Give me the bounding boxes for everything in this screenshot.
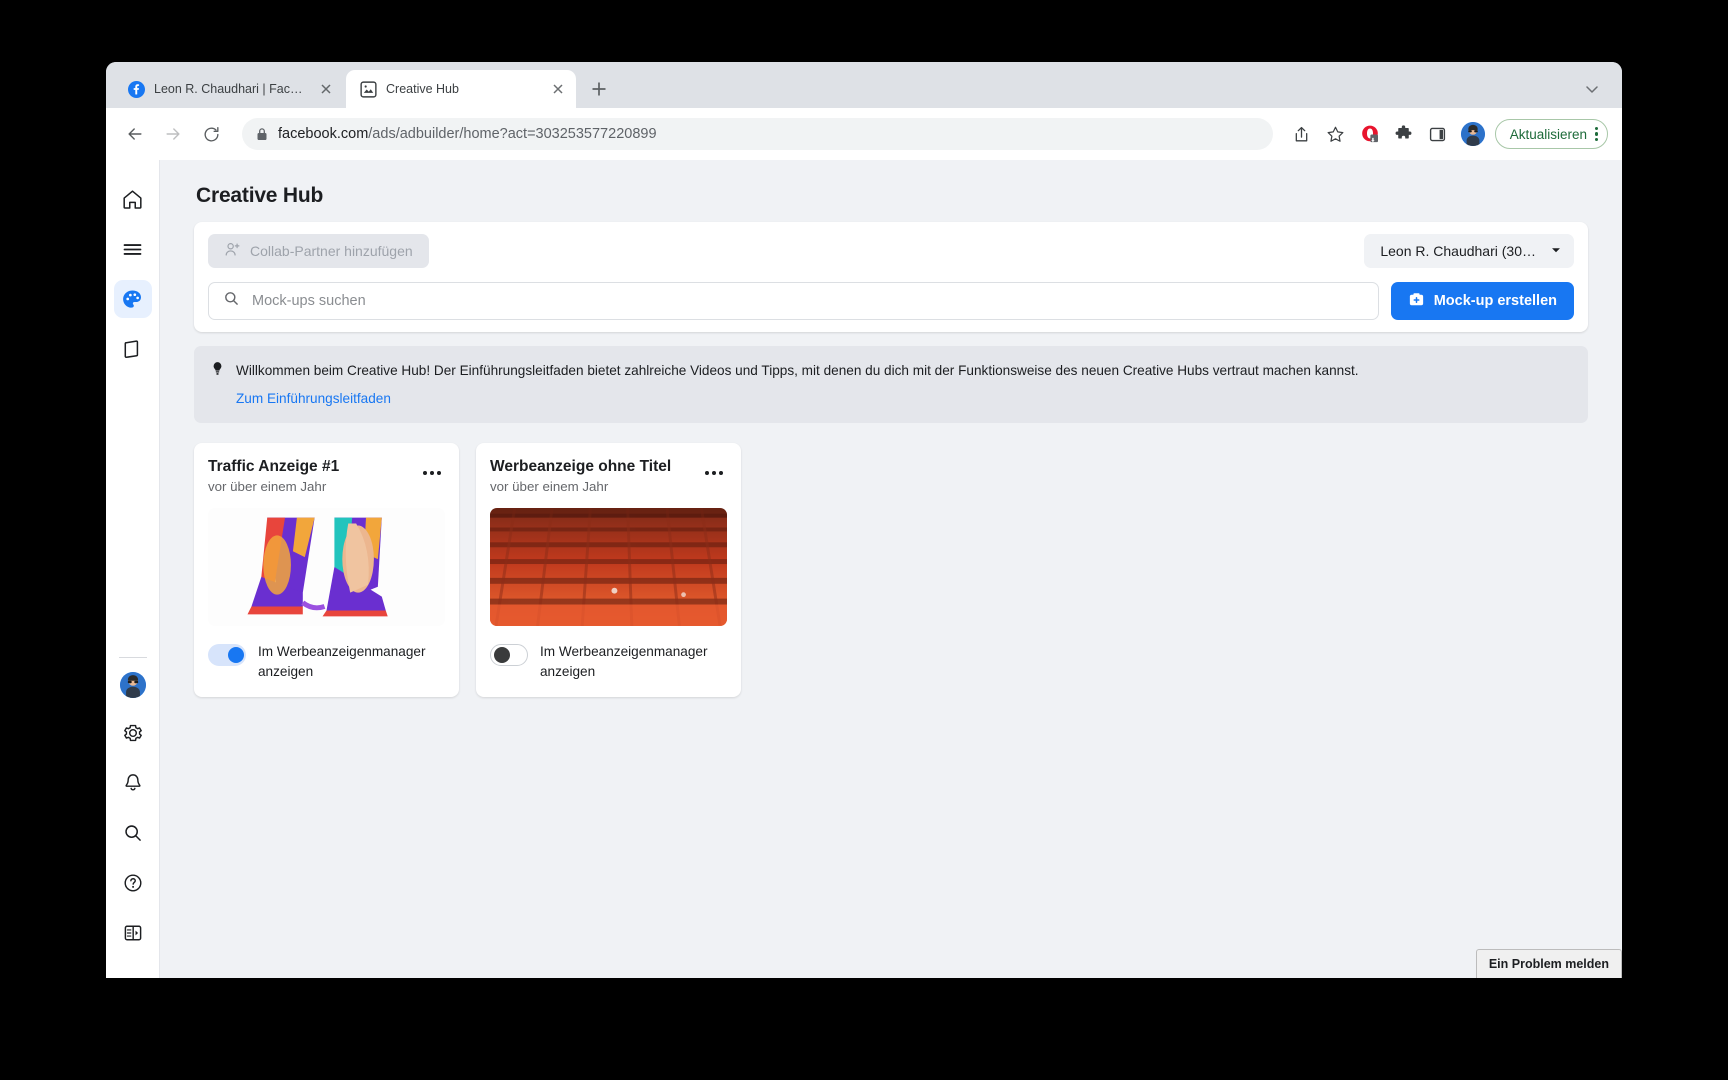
panel-toggle-icon[interactable] xyxy=(114,914,152,952)
search-icon[interactable] xyxy=(114,814,152,852)
browser-window: Leon R. Chaudhari | Facebook Creative Hu… xyxy=(106,62,1622,978)
card-subtitle: vor über einem Jahr xyxy=(208,479,327,495)
mockups-panel: Collab-Partner hinzufügen Leon R. Chaudh… xyxy=(194,222,1588,332)
book-icon[interactable] xyxy=(114,330,152,368)
divider xyxy=(119,657,147,658)
left-rail-bottom xyxy=(106,657,160,964)
card-subtitle: vor über einem Jahr xyxy=(490,479,609,495)
screen: Leon R. Chaudhari | Facebook Creative Hu… xyxy=(0,0,1728,1080)
toggle-knob xyxy=(494,647,510,664)
lightbulb-icon xyxy=(210,359,225,409)
tab-facebook[interactable]: Leon R. Chaudhari | Facebook xyxy=(114,70,344,108)
tab-creative-hub[interactable]: Creative Hub xyxy=(346,70,576,108)
help-circle-icon[interactable] xyxy=(114,864,152,902)
mockup-card[interactable]: Traffic Anzeige #1 vor über einem Jahr I… xyxy=(194,442,459,697)
browser-toolbar: facebook.com/ads/adbuilder/home?act=3032… xyxy=(106,108,1622,160)
lock-icon xyxy=(256,127,268,141)
toggle-label: Im Werbeanzeigenmanager anzeigen xyxy=(258,644,426,679)
url-domain: facebook.com xyxy=(278,126,369,142)
share-icon[interactable] xyxy=(1287,119,1317,149)
show-in-ads-manager-toggle[interactable] xyxy=(490,644,528,667)
chevron-down-icon[interactable] xyxy=(1582,79,1602,99)
panel-top-row: Collab-Partner hinzufügen Leon R. Chaudh… xyxy=(208,234,1574,268)
profile-avatar[interactable] xyxy=(1460,122,1485,146)
card-more-options-button[interactable] xyxy=(423,463,445,483)
card-thumbnail xyxy=(490,508,727,627)
browser-menu-icon[interactable] xyxy=(1595,126,1599,142)
side-panel-icon[interactable] xyxy=(1423,119,1453,149)
address-bar[interactable]: facebook.com/ads/adbuilder/home?act=3032… xyxy=(242,118,1273,150)
panel-search-row: Mock-ups suchen Mock-up erstellen xyxy=(208,282,1574,320)
create-mockup-label: Mock-up erstellen xyxy=(1433,293,1557,309)
account-select-label: Leon R. Chaudhari (30… xyxy=(1380,243,1536,259)
reload-icon[interactable] xyxy=(196,119,226,149)
toggle-knob xyxy=(228,647,244,664)
main-content: Creative Hub Collab-Partner hinzufügen L… xyxy=(160,160,1622,978)
facebook-icon xyxy=(128,80,145,98)
tab-title: Leon R. Chaudhari | Facebook xyxy=(154,82,309,96)
card-title: Werbeanzeige ohne Titel xyxy=(490,457,672,475)
welcome-notice: Willkommen beim Creative Hub! Der Einfüh… xyxy=(194,346,1588,423)
card-header: Werbeanzeige ohne Titel vor über einem J… xyxy=(490,457,727,494)
person-add-icon xyxy=(224,241,241,261)
card-footer: Im Werbeanzeigenmanager anzeigen xyxy=(490,642,727,681)
update-label: Aktualisieren xyxy=(1509,126,1587,142)
chevron-down-icon xyxy=(1550,243,1562,259)
page-content: Creative Hub Collab-Partner hinzufügen L… xyxy=(106,160,1622,978)
card-header: Traffic Anzeige #1 vor über einem Jahr xyxy=(208,457,445,494)
welcome-notice-text: Willkommen beim Creative Hub! Der Einfüh… xyxy=(236,363,1359,378)
forward-arrow-icon[interactable] xyxy=(158,119,188,149)
close-icon[interactable] xyxy=(550,81,566,97)
url-path: /ads/adbuilder/home?act=303253577220899 xyxy=(368,126,657,142)
tab-strip: Leon R. Chaudhari | Facebook Creative Hu… xyxy=(106,62,1622,108)
new-tab-button[interactable] xyxy=(588,78,610,100)
url-text: facebook.com/ads/adbuilder/home?act=3032… xyxy=(278,126,657,142)
add-box-icon xyxy=(1408,291,1425,312)
bookmark-star-icon[interactable] xyxy=(1321,119,1351,149)
page-title: Creative Hub xyxy=(196,184,324,207)
close-icon[interactable] xyxy=(318,81,334,97)
back-arrow-icon[interactable] xyxy=(120,119,150,149)
home-icon[interactable] xyxy=(114,180,152,218)
palette-icon[interactable] xyxy=(113,280,152,318)
mockup-card[interactable]: Werbeanzeige ohne Titel vor über einem J… xyxy=(476,442,741,697)
card-thumbnail xyxy=(208,508,445,627)
add-collab-partner-button[interactable]: Collab-Partner hinzufügen xyxy=(208,234,429,268)
search-mockups-field[interactable]: Mock-ups suchen xyxy=(208,282,1379,320)
toggle-label: Im Werbeanzeigenmanager anzeigen xyxy=(540,644,708,679)
card-footer: Im Werbeanzeigenmanager anzeigen xyxy=(208,642,445,681)
show-in-ads-manager-toggle[interactable] xyxy=(208,644,246,667)
create-mockup-button[interactable]: Mock-up erstellen xyxy=(1390,282,1574,320)
card-title: Traffic Anzeige #1 xyxy=(208,457,340,475)
update-button[interactable]: Aktualisieren xyxy=(1494,119,1608,149)
tab-title: Creative Hub xyxy=(386,82,459,96)
opera-extension-icon[interactable] xyxy=(1355,119,1385,149)
card-more-options-button[interactable] xyxy=(705,463,727,483)
welcome-notice-body: Willkommen beim Creative Hub! Der Einfüh… xyxy=(236,359,1359,409)
profile-avatar[interactable] xyxy=(120,672,146,698)
card-text: Werbeanzeige ohne Titel vor über einem J… xyxy=(490,457,671,494)
report-problem-button[interactable]: Ein Problem melden xyxy=(1475,949,1622,978)
search-input-placeholder: Mock-ups suchen xyxy=(252,293,366,309)
account-select[interactable]: Leon R. Chaudhari (30… xyxy=(1364,234,1574,268)
menu-icon[interactable] xyxy=(114,230,152,268)
bell-icon[interactable] xyxy=(114,764,152,802)
add-collab-partner-label: Collab-Partner hinzufügen xyxy=(250,243,413,259)
card-text: Traffic Anzeige #1 vor über einem Jahr xyxy=(208,457,339,494)
intro-guide-link[interactable]: Zum Einführungsleitfaden xyxy=(236,388,1359,409)
creative-hub-icon xyxy=(360,80,377,98)
mockup-card-list: Traffic Anzeige #1 vor über einem Jahr I… xyxy=(194,442,1588,697)
puzzle-extension-icon[interactable] xyxy=(1389,119,1419,149)
search-icon xyxy=(223,290,240,312)
left-rail xyxy=(106,160,160,978)
gear-icon[interactable] xyxy=(114,714,152,752)
